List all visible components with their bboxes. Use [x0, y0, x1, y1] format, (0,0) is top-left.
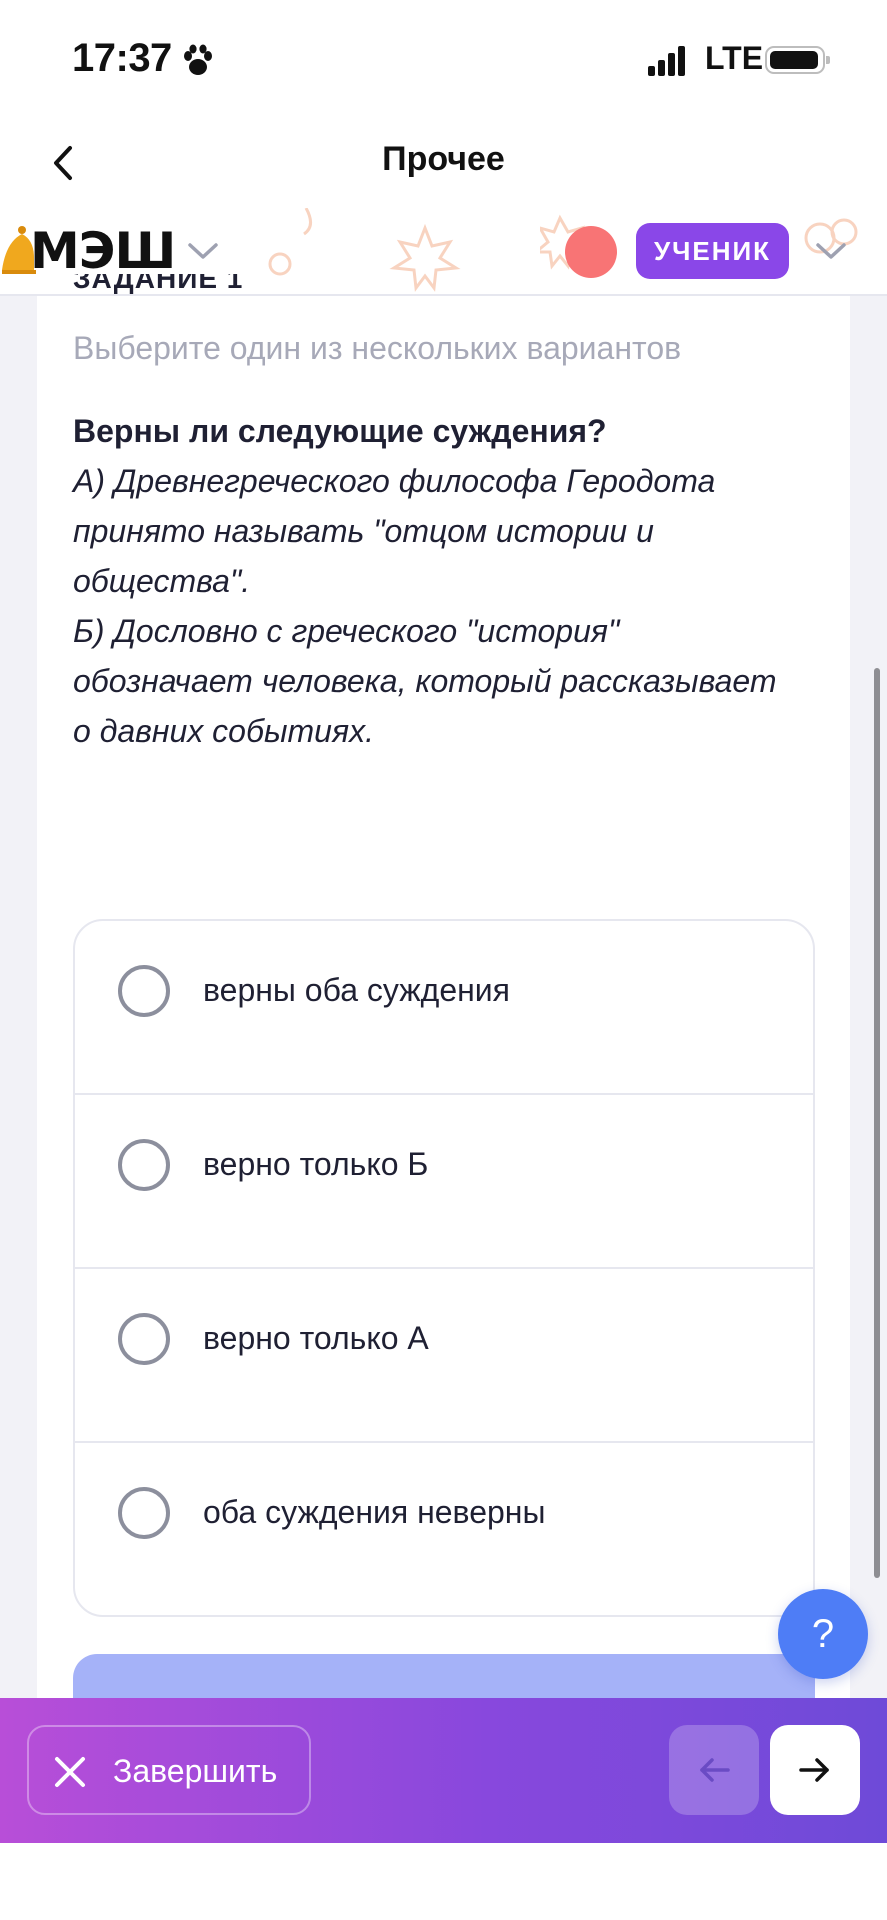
home-indicator-area — [0, 1843, 887, 1920]
answer-option-label: верны оба суждения — [203, 972, 510, 1008]
battery-icon — [765, 46, 830, 74]
answer-option-label: верно только Б — [203, 1146, 429, 1182]
chevron-down-icon[interactable] — [814, 240, 848, 262]
chevron-down-icon[interactable] — [186, 240, 220, 262]
berry-decoration — [268, 208, 312, 276]
question-text: Верны ли следующие суждения? А) Древнегр… — [73, 406, 813, 756]
answer-option[interactable]: верно только А — [75, 1269, 813, 1443]
finish-button-label: Завершить — [113, 1753, 278, 1789]
next-button[interactable] — [770, 1725, 860, 1815]
task-hint: Выберите один из нескольких вариантов — [73, 330, 682, 366]
question-line: принято называть "отцом истории и — [73, 513, 654, 549]
leaf-decoration — [389, 223, 461, 292]
role-badge[interactable]: УЧЕНИК — [636, 223, 789, 279]
answer-option[interactable]: верны оба суждения — [75, 921, 813, 1095]
radio-button[interactable] — [118, 1313, 170, 1365]
app-logo[interactable]: МЭШ — [30, 222, 176, 280]
question-line: обозначает человека, который рассказывае… — [73, 663, 777, 699]
answer-option-label: верно только А — [203, 1320, 429, 1356]
signal-icon — [648, 46, 685, 76]
avatar[interactable] — [565, 226, 617, 278]
bottom-action-bar: Завершить — [0, 1698, 887, 1843]
radio-button[interactable] — [118, 965, 170, 1017]
finish-button[interactable]: Завершить — [27, 1725, 311, 1815]
arrow-left-icon — [700, 1758, 730, 1782]
paw-icon — [184, 44, 212, 75]
scrollbar[interactable] — [874, 668, 880, 1578]
question-line: А) Древнегреческого философа Геродота — [73, 463, 716, 499]
previous-button[interactable] — [669, 1725, 759, 1815]
question-line: о давних событиях. — [73, 713, 374, 749]
question-title: Верны ли следующие суждения? — [73, 413, 607, 449]
network-label: LTE — [705, 40, 764, 76]
close-icon — [55, 1757, 85, 1787]
answer-option[interactable]: оба суждения неверны — [75, 1443, 813, 1615]
status-time: 17:37 — [72, 36, 172, 80]
question-line: общества". — [73, 563, 251, 599]
radio-button[interactable] — [118, 1487, 170, 1539]
question-line: Б) Дословно с греческого "история" — [73, 613, 620, 649]
arrow-right-icon — [799, 1758, 829, 1782]
answer-options: верны оба суждения верно только Б верно … — [73, 919, 815, 1617]
nav-bar: Прочее — [0, 120, 887, 208]
answer-option-label: оба суждения неверны — [203, 1494, 546, 1530]
radio-button[interactable] — [118, 1139, 170, 1191]
task-label: ЗАДАНИЕ 1 — [73, 274, 244, 294]
help-button[interactable]: ? — [778, 1589, 868, 1679]
page-title: Прочее — [382, 140, 505, 178]
answer-option[interactable]: верно только Б — [75, 1095, 813, 1269]
status-bar: 17:37 LTE — [0, 0, 887, 120]
